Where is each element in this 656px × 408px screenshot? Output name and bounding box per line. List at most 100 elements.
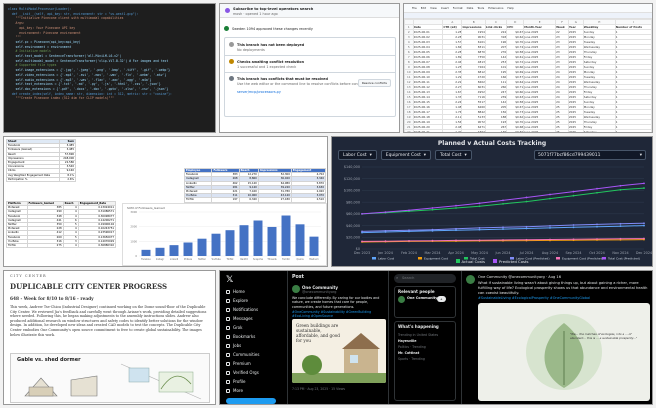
checks-status: Checks awaiting conflict resolution	[229, 59, 304, 64]
relevant-people-card: Relevant people One Community +	[394, 286, 456, 318]
cell[interactable]: $0.59	[506, 129, 525, 132]
x-logo-icon[interactable]: 𝕏	[226, 275, 233, 285]
menu-item[interactable]: Edit	[421, 6, 426, 10]
cell[interactable]: 2025	[567, 129, 584, 132]
x-tick-label: Quora	[296, 258, 304, 261]
post-image[interactable]: Green buildings are sustainable, afforda…	[292, 319, 386, 383]
legend-item[interactable]: Predicted Costs	[493, 259, 528, 264]
x-tick-label: Nov 2024	[612, 251, 628, 255]
cell[interactable]: 2025-06-21	[412, 129, 444, 132]
filter-select[interactable]: Total Cost ▾	[435, 150, 472, 160]
trend-item[interactable]: Sports · Trending	[398, 356, 456, 362]
y-tick-label: $40,000	[346, 224, 360, 228]
cell[interactable]: TikTok	[6, 242, 28, 249]
conflict-file[interactable]: server/mcp/processors.py	[237, 90, 281, 94]
cell[interactable]: 27,180	[257, 197, 292, 203]
nav-item-home[interactable]: Home	[226, 287, 284, 296]
filter-select[interactable]: Equipment Cost ▾	[380, 150, 432, 160]
chevron-down-icon: ▾	[464, 153, 467, 158]
follow-button[interactable]: +	[437, 296, 446, 302]
chart-title: Planned v Actual Costs Tracking	[437, 140, 547, 147]
account-handle: @onecommunityorg	[302, 290, 337, 294]
post-hashtags[interactable]: #OneCommunity #Sustainability #GreenBuil…	[292, 310, 386, 318]
nav-item-bookmarks[interactable]: Bookmarks	[226, 332, 284, 341]
nav-icon	[226, 307, 230, 312]
nav-item-messages[interactable]: Messages	[226, 314, 284, 323]
nav-item-explore[interactable]: Explore	[226, 296, 284, 305]
menu-item[interactable]: File	[412, 6, 417, 10]
menu-item[interactable]: Format	[453, 6, 463, 10]
menu-item[interactable]: View	[430, 6, 437, 10]
followers-chart: SUM of Followers_Gained 0 1000 2000 3000 Fac…	[122, 203, 327, 266]
data-point	[525, 196, 528, 199]
y-tick-label: $140,000	[344, 165, 360, 169]
nav-item-profile[interactable]: Profile	[226, 377, 284, 386]
avatar[interactable]	[466, 275, 475, 284]
cell[interactable]: Saturday	[582, 129, 616, 132]
cell[interactable]: 2,510	[290, 197, 327, 203]
menu-item[interactable]: Data	[467, 6, 474, 10]
menu-item[interactable]: Extensions	[488, 6, 503, 10]
y-tick-label: 3000	[130, 210, 137, 214]
platform-table: Platform Followers_Gained Reach Engagement_…	[6, 200, 117, 249]
avatar[interactable]	[398, 296, 405, 303]
cell[interactable]: 25	[555, 129, 569, 132]
nav-item-more[interactable]: More	[226, 386, 284, 395]
bar	[169, 245, 179, 256]
cell[interactable]: 0.36880310	[77, 242, 117, 249]
followers-bar-chart: 0 1000 2000 3000 Faceboo Instagr LinkedI Pinter…	[130, 210, 321, 261]
data-point	[361, 230, 363, 233]
search-input[interactable]: Search	[394, 274, 456, 283]
cell[interactable]: June 2025	[523, 129, 557, 132]
project-id-select[interactable]: 5071f77bcf86cd799439011 ▾	[534, 150, 646, 160]
nav-item-jobs[interactable]: Jobs	[226, 341, 284, 350]
legend-item[interactable]: Actual Costs	[455, 259, 485, 264]
nav-item-verified-orgs[interactable]: Verified Orgs	[226, 368, 284, 377]
doc-week: 648 - Week for 8/10 to 8/16 - ready	[10, 297, 94, 302]
post-hashtags[interactable]: #SustainableLiving #EcologicalProsperity…	[478, 296, 650, 300]
data-point	[361, 240, 363, 243]
cell[interactable]: 197	[211, 197, 240, 203]
cell[interactable]: 4	[62, 242, 79, 249]
data-point	[596, 191, 598, 194]
cell[interactable]: TikTok	[183, 197, 213, 203]
x-tick-label: LinkedI	[170, 258, 178, 261]
data-point	[455, 239, 457, 242]
nav-item-communities[interactable]: Communities	[226, 350, 284, 359]
bar	[197, 238, 207, 256]
resolve-conflicts-button[interactable]: Resolve conflicts	[357, 79, 391, 87]
avatar[interactable]	[292, 285, 300, 293]
post-header: Post	[292, 275, 304, 280]
cell[interactable]: 1	[614, 129, 652, 132]
cell[interactable]: 6,340	[238, 197, 259, 203]
nav-icon	[226, 388, 230, 393]
cell[interactable]: 275	[26, 242, 64, 249]
cell[interactable]: 2.6%	[58, 176, 77, 182]
filter-select[interactable]: Labor Cost ▾	[338, 150, 377, 160]
nav-item-grok[interactable]: Grok	[226, 323, 284, 332]
post-timestamp: 7:13 PM · Aug 23, 2025 · 15 Views	[292, 387, 346, 391]
sheet-grid[interactable]: A B C D E F G H I 1 Date CTR (all) Impressions Link c…	[404, 19, 652, 132]
bar	[183, 242, 193, 256]
cell[interactable]: Participation %	[6, 176, 60, 182]
code-editor-panel[interactable]: class MultiModalProcessor(Loader): def _…	[3, 3, 216, 133]
bar	[225, 230, 235, 256]
cell[interactable]: 136	[484, 129, 508, 132]
post-text: What if sustainable living wasn't about …	[478, 281, 648, 295]
approval-event: Sweden 1094 approved these changes recen…	[224, 26, 313, 31]
menu-item[interactable]: Insert	[441, 6, 449, 10]
x-tick-label: Faceboo	[141, 258, 151, 261]
menu-item[interactable]: Help	[507, 6, 513, 10]
cell[interactable]: 4362	[461, 129, 486, 132]
nav-item-notifications[interactable]: Notifications	[226, 305, 284, 314]
menu-item[interactable]: Tools	[477, 6, 484, 10]
nav-item-premium[interactable]: Premium	[226, 359, 284, 368]
header-cell[interactable]: Impressions	[461, 24, 486, 30]
data-point	[502, 203, 504, 205]
post-image[interactable]: "We... the matches of ecologies, into a …	[478, 303, 650, 401]
x-tick-label: YouTube	[211, 258, 221, 261]
nav-icon	[226, 289, 230, 294]
bar	[155, 247, 165, 256]
cell[interactable]: 1.20	[442, 129, 463, 132]
data-point	[431, 207, 434, 209]
